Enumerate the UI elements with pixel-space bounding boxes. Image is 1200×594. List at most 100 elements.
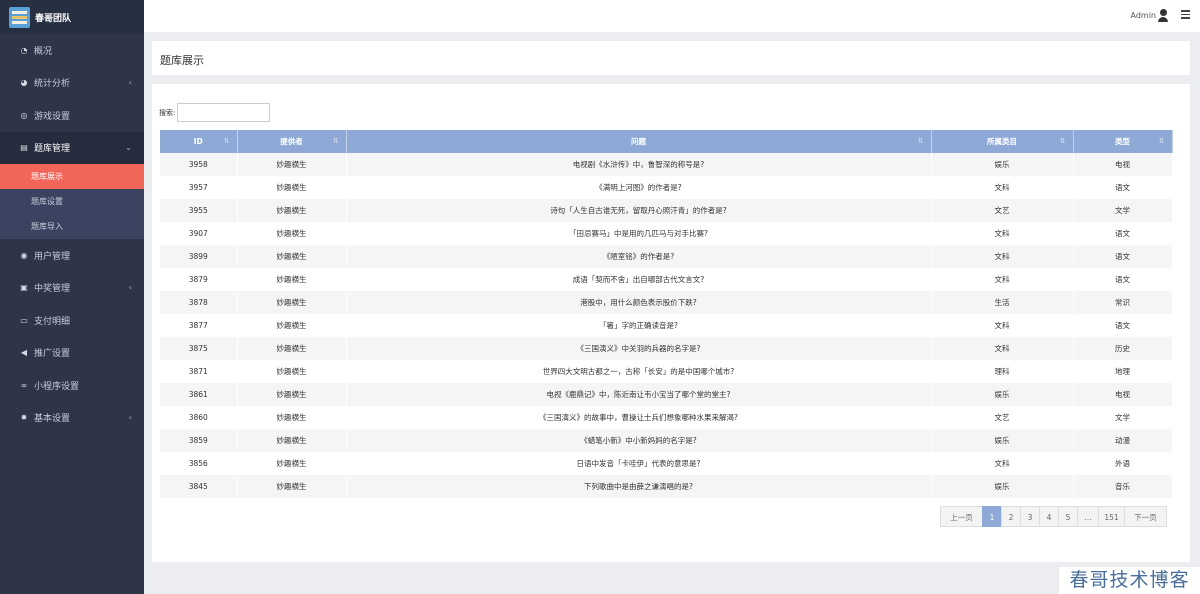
prev-page-button[interactable]: 上一页: [940, 506, 983, 527]
avatar[interactable]: [1158, 9, 1168, 22]
table-cell: 3875: [160, 337, 238, 360]
table-cell: 语文: [1073, 268, 1173, 291]
sidebar-item-1[interactable]: ◔ 概况: [0, 34, 144, 67]
column-header[interactable]: 所属类目 ⇅: [931, 130, 1074, 153]
table-cell: 「箸」字的正确读音是?: [346, 314, 932, 337]
sidebar-item-7[interactable]: ▭ 支付明细: [0, 304, 144, 337]
column-header[interactable]: ID ⇅: [160, 130, 238, 153]
sidebar-item-3[interactable]: ◎ 游戏设置: [0, 99, 144, 132]
menu-icon[interactable]: [1181, 10, 1190, 21]
table-cell: 3877: [160, 314, 238, 337]
table-cell: 电视《鹿鼎记》中，陈近南让韦小宝当了哪个堂的堂主?: [346, 383, 932, 406]
sidebar-item-2[interactable]: ◕ 统计分析 ‹: [0, 67, 144, 100]
table-cell: 妙趣横生: [237, 176, 347, 199]
sidebar-item-label: 小程序设置: [34, 381, 80, 392]
sidebar-item-label: 用户管理: [34, 251, 71, 262]
table-cell: 文科: [931, 337, 1074, 360]
page-title: 题库展示: [160, 54, 204, 67]
table-cell: 历史: [1073, 337, 1173, 360]
sidebar-item-label: 基本设置: [34, 414, 71, 425]
table-cell: 3955: [160, 199, 238, 222]
table-cell: 娱乐: [931, 429, 1074, 452]
sort-icon: ⇅: [1158, 137, 1165, 145]
sidebar-item-8[interactable]: ◀ 推广设置: [0, 337, 144, 370]
table-row: 3907 妙趣横生 「田忌赛马」中是用的几匹马与对手比赛? 文科 语文: [160, 222, 1173, 245]
page-button-3[interactable]: 3: [1020, 506, 1040, 527]
sort-icon: ⇅: [917, 137, 924, 145]
table-cell: 外语: [1073, 452, 1173, 475]
submenu-item-1[interactable]: 题库展示: [0, 164, 144, 189]
sidebar-item-label: 游戏设置: [34, 111, 71, 122]
page-button-5[interactable]: 5: [1058, 506, 1078, 527]
brand[interactable]: 春哥团队: [0, 0, 144, 34]
table-cell: 文艺: [931, 199, 1074, 222]
table-cell: 3878: [160, 291, 238, 314]
table-cell: 文科: [931, 245, 1074, 268]
table-cell: 日语中发音「卡哇伊」代表的意思是?: [346, 452, 932, 475]
sidebar-item-label: 中奖管理: [34, 284, 71, 295]
table-row: 3845 妙趣横生 下列歌曲中是由薛之谦演唱的是? 娱乐 音乐: [160, 475, 1173, 498]
table-cell: 3899: [160, 245, 238, 268]
gauge-icon: ◔: [20, 45, 28, 55]
table-cell: 妙趣横生: [237, 314, 347, 337]
table-cell: 妙趣横生: [237, 383, 347, 406]
table-cell: 地理: [1073, 360, 1173, 383]
table-cell: 3879: [160, 268, 238, 291]
link-icon: ∞: [20, 380, 28, 390]
sidebar: 春哥团队 ◔ 概况 ◕ 统计分析 ‹ ◎ 游戏设置 ▤ 题库管理 ⌄ 题库展示 题库设置 题库导入 ◉ 用户…: [0, 0, 144, 594]
column-header[interactable]: 提供者 ⇅: [237, 130, 347, 153]
next-page-button[interactable]: 下一页: [1124, 506, 1167, 527]
table-cell: 妙趣横生: [237, 337, 347, 360]
table-cell: 娱乐: [931, 475, 1074, 498]
submenu-item-2[interactable]: 题库设置: [0, 189, 144, 214]
column-header[interactable]: 问题 ⇅: [346, 130, 932, 153]
sort-icon: ⇅: [1059, 137, 1066, 145]
table-cell: 3958: [160, 153, 238, 176]
user-name[interactable]: Admin: [1131, 11, 1157, 20]
sidebar-item-4[interactable]: ▤ 题库管理 ⌄: [0, 131, 144, 164]
table-cell: 《满明上河图》的作者是?: [346, 176, 932, 199]
search-input[interactable]: [177, 103, 271, 122]
page-button-…[interactable]: …: [1077, 506, 1099, 527]
table-cell: 文学: [1073, 199, 1173, 222]
table-row: 3879 妙趣横生 成语「契而不舍」出自哪部古代文言文? 文科 语文: [160, 268, 1173, 291]
page-button-2[interactable]: 2: [1001, 506, 1021, 527]
table-cell: 港股中，用什么颜色表示股价下跌?: [346, 291, 932, 314]
search-label: 搜索:: [159, 108, 176, 117]
table-cell: 《陋室铭》的作者是?: [346, 245, 932, 268]
table-cell: 《三国演义》中关羽的兵器的名字是?: [346, 337, 932, 360]
chevron-icon: ‹: [128, 283, 132, 293]
table-cell: 常识: [1073, 291, 1173, 314]
table-cell: 语文: [1073, 314, 1173, 337]
table-cell: 妙趣横生: [237, 406, 347, 429]
watermark: 春哥技术博客: [1059, 567, 1200, 594]
chevron-icon: ‹: [128, 78, 132, 88]
table-cell: 世界四大文明古都之一，古称「长安」的是中国哪个城市?: [346, 360, 932, 383]
sidebar-item-5[interactable]: ◉ 用户管理: [0, 239, 144, 272]
table-cell: 3845: [160, 475, 238, 498]
sidebar-item-10[interactable]: ✹ 基本设置 ‹: [0, 402, 144, 435]
page-header: 题库展示: [152, 41, 1190, 75]
table-cell: 娱乐: [931, 153, 1074, 176]
table-cell: 妙趣横生: [237, 475, 347, 498]
main-card: 搜索: ID ⇅ 提供者 ⇅ 问题 ⇅ 所属类目 ⇅ 类型 ⇅ 3958 妙趣横生 电视剧《水浒传》中…: [152, 84, 1190, 562]
table-cell: 《三国演义》的故事中，曹操让士兵们想象哪种水果来解渴?: [346, 406, 932, 429]
table-cell: 《蜡笔小新》中小新妈妈的名字是?: [346, 429, 932, 452]
table-cell: 妙趣横生: [237, 199, 347, 222]
question-table: ID ⇅ 提供者 ⇅ 问题 ⇅ 所属类目 ⇅ 类型 ⇅ 3958 妙趣横生 电视剧《水浒传》中，鲁智深…: [160, 130, 1173, 498]
gear-icon: ✹: [20, 413, 28, 423]
table-cell: 音乐: [1073, 475, 1173, 498]
logo-icon: [9, 6, 30, 28]
table-cell: 文科: [931, 452, 1074, 475]
table-cell: 「田忌赛马」中是用的几匹马与对手比赛?: [346, 222, 932, 245]
submenu-item-3[interactable]: 题库导入: [0, 214, 144, 239]
sidebar-item-9[interactable]: ∞ 小程序设置: [0, 369, 144, 402]
sidebar-item-6[interactable]: ▣ 中奖管理 ‹: [0, 272, 144, 305]
credit-card-icon: ▭: [20, 315, 28, 325]
page-button-4[interactable]: 4: [1039, 506, 1059, 527]
table-cell: 语文: [1073, 222, 1173, 245]
column-header[interactable]: 类型 ⇅: [1073, 130, 1173, 153]
table-row: 3899 妙趣横生 《陋室铭》的作者是? 文科 语文: [160, 245, 1173, 268]
page-button-1[interactable]: 1: [982, 506, 1002, 527]
page-button-151[interactable]: 151: [1098, 506, 1125, 527]
